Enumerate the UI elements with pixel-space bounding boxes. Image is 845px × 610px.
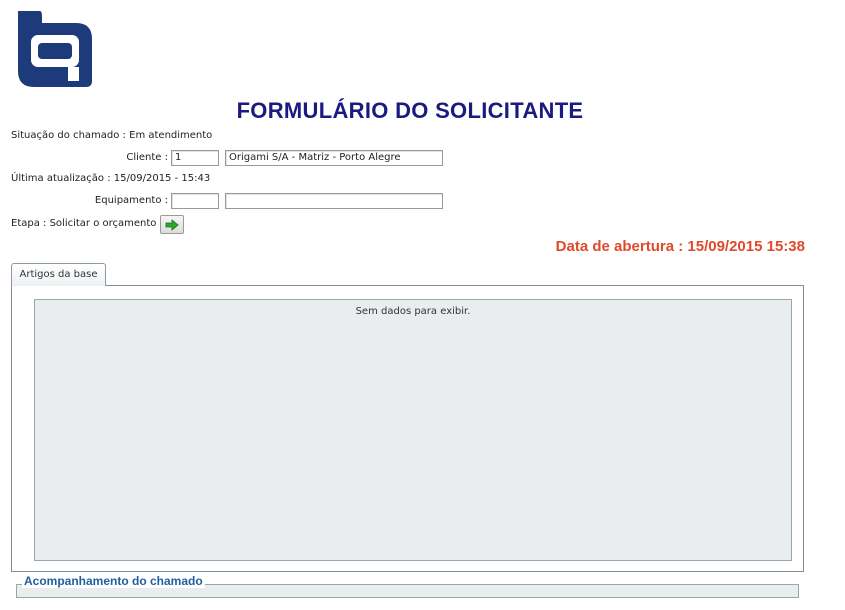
last-update-value: 15/09/2015 - 15:43 [113,173,211,184]
client-label: Cliente : [126,152,168,163]
articles-grid: Sem dados para exibir. [34,299,792,561]
page-title: FORMULÁRIO DO SOLICITANTE [236,98,584,123]
tab-panel-artigos: Sem dados para exibir. [11,285,804,572]
origami-logo [16,9,94,89]
equipment-label: Equipamento : [94,195,168,206]
step-value: Solicitar o orçamento [49,218,157,229]
tab-artigos-da-base[interactable]: Artigos da base [11,263,106,286]
status-value: Em atendimento [129,130,213,141]
green-arrow-right-icon [165,218,179,231]
equipment-name-input[interactable] [225,193,443,209]
tracking-legend: Acompanhamento do chamado [22,574,205,588]
opening-date-label: Data de abertura : [555,238,684,255]
last-update-label: Última atualização : [11,173,111,184]
step-line: Etapa : Solicitar o orçamento [11,218,156,229]
origami-q-logo-icon [18,11,92,87]
equipment-code-input[interactable] [171,193,219,209]
step-label: Etapa : [11,218,47,229]
status-line: Situação do chamado : Em atendimento [11,130,212,141]
advance-step-button[interactable] [160,215,184,234]
opening-date: Data de abertura : 15/09/2015 15:38 [556,238,805,255]
opening-date-value: 15/09/2015 15:38 [687,238,805,255]
client-code-input[interactable] [171,150,219,166]
last-update-line: Última atualização : 15/09/2015 - 15:43 [11,173,210,184]
grid-empty-message: Sem dados para exibir. [355,306,471,317]
client-name-input[interactable] [225,150,443,166]
status-label: Situação do chamado : [11,130,126,141]
